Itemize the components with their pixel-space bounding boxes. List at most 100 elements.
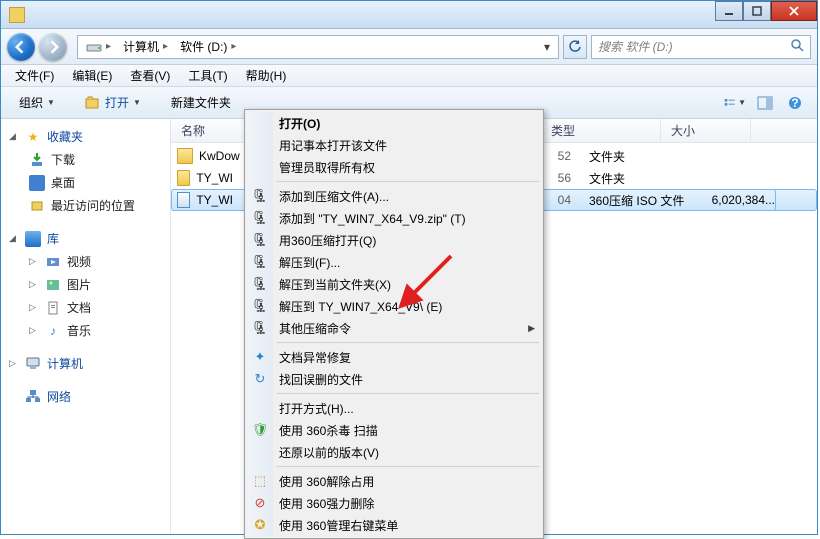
addr-drive[interactable]: 软件 (D:) ▸ xyxy=(174,36,242,57)
delete-icon: ⊘ xyxy=(252,495,268,511)
sidebar-item-desktop[interactable]: 桌面 xyxy=(1,171,170,194)
menu-view[interactable]: 查看(V) xyxy=(122,65,178,86)
ctx-recover[interactable]: ↻找回误删的文件 xyxy=(247,368,541,390)
refresh-button[interactable] xyxy=(563,35,587,59)
file-name: TY_WI xyxy=(196,193,233,207)
new-folder-button[interactable]: 新建文件夹 xyxy=(163,90,239,115)
archive-icon: 🗜 xyxy=(252,254,268,270)
sidebar-label: 视频 xyxy=(67,253,91,270)
ctx-label: 打开(O) xyxy=(279,115,320,132)
ctx-separator xyxy=(277,393,539,394)
menu-file[interactable]: 文件(F) xyxy=(7,65,62,86)
forward-button[interactable] xyxy=(39,33,67,61)
expand-icon: ▷ xyxy=(29,279,39,290)
archive-icon: 🗜 xyxy=(252,232,268,248)
chevron-right-icon: ▸ xyxy=(106,41,111,52)
ctx-extract-to[interactable]: 🗜 解压到(F)... xyxy=(247,251,541,273)
sidebar-label: 最近访问的位置 xyxy=(51,197,135,214)
archive-icon: 🗜 xyxy=(252,188,268,204)
minimize-button[interactable] xyxy=(715,1,743,21)
maximize-button[interactable] xyxy=(743,1,771,21)
sidebar-item-computer[interactable]: ▷计算机 xyxy=(1,352,170,375)
ctx-open[interactable]: 打开(O) xyxy=(247,112,541,134)
preview-pane-button[interactable] xyxy=(753,92,777,114)
ctx-360-unlock[interactable]: ⬚使用 360解除占用 xyxy=(247,470,541,492)
ctx-separator xyxy=(277,466,539,467)
ctx-admin[interactable]: 管理员取得所有权 xyxy=(247,156,541,178)
sidebar-item-network[interactable]: ▷网络 xyxy=(1,385,170,408)
window-icon xyxy=(9,7,25,23)
sidebar-item-downloads[interactable]: 下载 xyxy=(1,148,170,171)
network-icon xyxy=(25,389,41,405)
file-name: KwDow xyxy=(199,149,240,163)
sidebar-item-music[interactable]: ▷ ♪ 音乐 xyxy=(1,319,170,342)
menu-tools[interactable]: 工具(T) xyxy=(180,65,235,86)
view-mode-button[interactable]: ▼ xyxy=(723,92,747,114)
back-button[interactable] xyxy=(7,33,35,61)
menu-edit[interactable]: 编辑(E) xyxy=(64,65,120,86)
open-icon xyxy=(85,95,101,111)
address-dropdown[interactable]: ▾ xyxy=(538,40,556,54)
ctx-extract-named[interactable]: 🗜解压到 TY_WIN7_X64_V9\ (E) xyxy=(247,295,541,317)
sidebar-network-group: ▷网络 xyxy=(1,385,170,408)
ctx-extract-here[interactable]: 🗜解压到当前文件夹(X) xyxy=(247,273,541,295)
ctx-add-archive[interactable]: 🗜添加到压缩文件(A)... xyxy=(247,185,541,207)
file-type: 文件夹 xyxy=(575,148,695,165)
library-icon xyxy=(25,231,41,247)
sidebar-item-recent[interactable]: 最近访问的位置 xyxy=(1,194,170,217)
ctx-label: 解压到 TY_WIN7_X64_V9\ (E) xyxy=(279,298,442,315)
ctx-label: 使用 360杀毒 扫描 xyxy=(279,422,378,439)
sidebar-label: 音乐 xyxy=(67,322,91,339)
chevron-down-icon: ▼ xyxy=(47,98,55,107)
window-controls xyxy=(715,1,817,21)
ctx-label: 使用 360管理右键菜单 xyxy=(279,517,398,534)
search-box[interactable]: 搜索 软件 (D:) xyxy=(591,35,811,59)
sidebar-head-favorites[interactable]: ◢★收藏夹 xyxy=(1,125,170,148)
addr-root-icon[interactable]: ▸ xyxy=(80,37,117,57)
navbar: ▸ 计算机 ▸ 软件 (D:) ▸ ▾ 搜索 软件 (D:) xyxy=(1,29,817,65)
ctx-open-with[interactable]: 打开方式(H)... xyxy=(247,397,541,419)
sidebar-item-pictures[interactable]: ▷图片 xyxy=(1,273,170,296)
chevron-right-icon: ▸ xyxy=(163,41,168,52)
ctx-prev-versions[interactable]: 还原以前的版本(V) xyxy=(247,441,541,463)
ctx-open-360[interactable]: 🗜 用360压缩打开(Q) xyxy=(247,229,541,251)
organize-button[interactable]: 组织 ▼ xyxy=(11,90,63,115)
ctx-notepad[interactable]: 用记事本打开该文件 xyxy=(247,134,541,156)
ctx-separator xyxy=(277,342,539,343)
ctx-other-archive[interactable]: 🗜其他压缩命令▶ xyxy=(247,317,541,339)
computer-icon xyxy=(25,356,41,372)
ctx-label: 解压到(F)... xyxy=(279,254,340,271)
ctx-label: 添加到 "TY_WIN7_X64_V9.zip" (T) xyxy=(279,210,466,227)
help-button[interactable]: ? xyxy=(783,92,807,114)
sidebar-head-libraries[interactable]: ◢库 xyxy=(1,227,170,250)
ctx-doc-repair[interactable]: ✦文档异常修复 xyxy=(247,346,541,368)
ctx-360-force-delete[interactable]: ⊘ 使用 360强力删除 xyxy=(247,492,541,514)
archive-icon: 🗜 xyxy=(252,276,268,292)
open-button[interactable]: 打开 ▼ xyxy=(77,90,149,115)
col-size[interactable]: 大小 xyxy=(661,119,751,142)
chevron-down-icon: ▼ xyxy=(133,98,141,107)
ctx-360-manage-menu[interactable]: ✪使用 360管理右键菜单 xyxy=(247,514,541,536)
ctx-add-zip[interactable]: 🗜添加到 "TY_WIN7_X64_V9.zip" (T) xyxy=(247,207,541,229)
ctx-label: 其他压缩命令 xyxy=(279,320,351,337)
titlebar xyxy=(1,1,817,29)
search-icon xyxy=(790,38,804,55)
sidebar-item-video[interactable]: ▷视频 xyxy=(1,250,170,273)
ctx-label: 用360压缩打开(Q) xyxy=(279,232,376,249)
file-type: 文件夹 xyxy=(575,170,695,187)
recent-icon xyxy=(29,198,45,214)
col-type[interactable]: 类型 xyxy=(541,119,661,142)
sidebar-item-docs[interactable]: ▷文档 xyxy=(1,296,170,319)
ctx-360-scan[interactable]: 🛡使用 360杀毒 扫描 xyxy=(247,419,541,441)
menu-help[interactable]: 帮助(H) xyxy=(238,65,295,86)
ctx-label: 使用 360强力删除 xyxy=(279,495,374,512)
sidebar-label: 下载 xyxy=(51,151,75,168)
close-button[interactable] xyxy=(771,1,817,21)
file-name: TY_WI xyxy=(196,171,233,185)
address-bar[interactable]: ▸ 计算机 ▸ 软件 (D:) ▸ ▾ xyxy=(77,35,559,59)
sidebar-label: 收藏夹 xyxy=(47,128,83,145)
addr-computer[interactable]: 计算机 ▸ xyxy=(117,36,174,57)
expand-icon: ▷ xyxy=(29,325,39,336)
music-icon: ♪ xyxy=(45,323,61,339)
download-icon xyxy=(29,152,45,168)
